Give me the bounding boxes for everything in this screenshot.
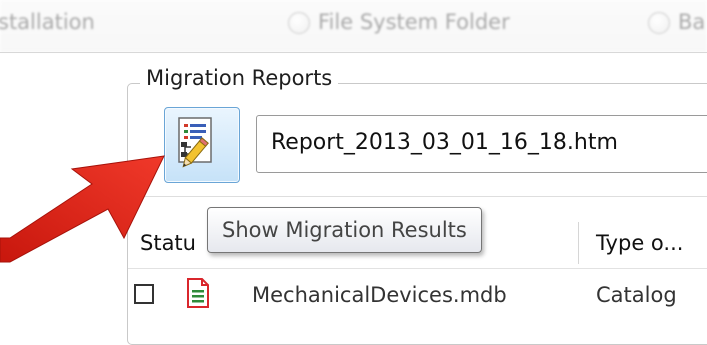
group-separator bbox=[127, 196, 707, 197]
radio-label-installation: stallation bbox=[0, 10, 95, 34]
report-select-value: Report_2013_03_01_16_18.htm bbox=[271, 130, 618, 155]
show-migration-results-button[interactable] bbox=[164, 107, 240, 183]
row-checkbox[interactable] bbox=[134, 284, 154, 304]
radio-file-system-folder[interactable] bbox=[288, 12, 310, 34]
radio-label-file-system-folder: File System Folder bbox=[318, 10, 510, 34]
column-header-status[interactable]: Statu bbox=[140, 231, 196, 255]
row-file-name: MechanicalDevices.mdb bbox=[252, 283, 507, 307]
row-file-type: Catalog bbox=[596, 283, 677, 307]
tooltip-show-migration-results: Show Migration Results bbox=[207, 207, 482, 253]
list-left-border bbox=[127, 210, 128, 322]
report-edit-icon bbox=[178, 117, 212, 168]
report-select[interactable]: Report_2013_03_01_16_18.htm bbox=[256, 115, 707, 173]
list-header-underline bbox=[128, 268, 707, 269]
migration-reports-title: Migration Reports bbox=[140, 66, 339, 90]
install-type-radio-strip: stallation File System Folder Ba bbox=[0, 0, 707, 52]
column-divider[interactable] bbox=[578, 222, 579, 264]
radio-label-ba: Ba bbox=[678, 10, 706, 34]
radio-ba[interactable] bbox=[648, 12, 670, 34]
document-icon bbox=[187, 278, 209, 308]
column-header-type[interactable]: Type o... bbox=[596, 231, 683, 255]
top-separator bbox=[0, 52, 707, 53]
